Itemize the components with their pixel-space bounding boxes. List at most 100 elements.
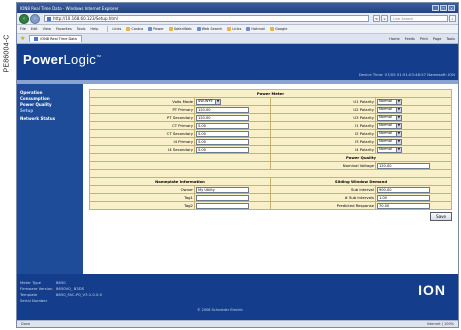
url-field[interactable]: http://10.168.60.123/Setup.html: [44, 15, 369, 22]
i3-polarity-select[interactable]: Normal ▼: [376, 138, 402, 145]
link-icon: [148, 27, 153, 31]
spacer-row: [89, 169, 452, 178]
title-bar: ION8 Real Time Data - Windows Internet E…: [17, 3, 458, 13]
link-google[interactable]: Google: [270, 27, 287, 31]
ct-primary-label: CT Primary: [89, 121, 195, 130]
link-safariweb[interactable]: SafariWeb: [168, 27, 192, 31]
menu-help[interactable]: Help: [90, 27, 98, 31]
menu-edit[interactable]: Edit: [31, 27, 38, 31]
search-input[interactable]: Live Search: [390, 15, 448, 22]
i2-polarity-select[interactable]: Normal ▼: [376, 130, 402, 137]
chevron-down-icon: ▼: [395, 139, 401, 144]
print-button[interactable]: Print: [420, 37, 428, 41]
menu-bar: File Edit View Favorites Tools Help Link…: [17, 25, 458, 34]
page-menu-button[interactable]: Page: [433, 37, 441, 41]
pt-primary-label: PT Primary: [89, 105, 195, 114]
favorites-star-icon[interactable]: ★: [20, 35, 25, 42]
tab-current[interactable]: ION8 Real Time Data: [29, 35, 82, 42]
web-page: PowerLogic™ Device Time: 07/05 01:51:03:…: [17, 44, 458, 320]
i3-polarity-label: I3 Polarity: [269, 137, 376, 146]
search-icon[interactable]: ⌕: [449, 15, 456, 22]
owner-label: Owner: [89, 185, 195, 194]
back-arrow-icon[interactable]: ‹: [19, 13, 29, 24]
save-button[interactable]: Save: [430, 212, 452, 221]
page-icon: [47, 16, 51, 21]
zone-text: Internet | 100%: [426, 322, 454, 326]
sub-interval-input[interactable]: 900.00: [376, 186, 430, 193]
ct-secondary-label: CT Secondary: [89, 129, 195, 138]
link-links[interactable]: Links: [227, 27, 241, 31]
home-button[interactable]: Home: [389, 37, 399, 41]
link-icon: [168, 27, 173, 31]
chevron-down-icon: ▼: [214, 99, 220, 104]
u1-polarity-label: U1 Polarity: [269, 97, 376, 106]
predicted-response-label: Predicted Response: [269, 201, 376, 210]
status-text: Done: [21, 322, 31, 326]
refresh-icon[interactable]: ↻: [373, 15, 380, 22]
links-label[interactable]: Links: [112, 27, 121, 31]
i2-polarity-label: I2 Polarity: [269, 129, 376, 138]
i4-secondary-label: I4 Secondary: [89, 145, 195, 154]
link-hotmail[interactable]: Hotmail: [246, 27, 265, 31]
i4-primary-input[interactable]: 5.00: [195, 138, 249, 145]
empty-cell: [89, 161, 271, 170]
left-nav: Operation Consumption Power Quality Setu…: [17, 84, 83, 274]
nav-item-setup[interactable]: Setup: [20, 108, 80, 114]
window-title: ION8 Real Time Data - Windows Internet E…: [20, 5, 119, 11]
tag2-label: Tag2: [89, 201, 195, 210]
tag1-label: Tag1: [89, 193, 195, 202]
forward-arrow-icon[interactable]: ›: [30, 13, 40, 24]
chevron-down-icon: ▼: [395, 107, 401, 112]
num-sub-intervals-input[interactable]: 1.00: [376, 194, 430, 201]
nav-item-network-status[interactable]: Network Status: [20, 116, 80, 122]
predicted-response-input[interactable]: 70.00: [376, 202, 430, 209]
pt-primary-input[interactable]: 120.00: [195, 106, 249, 113]
menu-favorites[interactable]: Favorites: [56, 27, 72, 31]
sub-interval-label: Sub Interval: [269, 185, 376, 194]
menu-tools[interactable]: Tools: [77, 27, 86, 31]
nominal-voltage-label: Nominal Voltage: [269, 161, 376, 170]
chevron-down-icon: ▼: [395, 123, 401, 128]
empty-cell: [89, 153, 271, 162]
page-header: PowerLogic™ Device Time: 07/05 01:51:03:…: [17, 44, 458, 84]
maximize-icon[interactable]: □: [440, 5, 447, 11]
i1-polarity-select[interactable]: Normal ▼: [376, 122, 402, 129]
address-bar: ‹ › http://10.168.60.123/Setup.html ↻ × …: [17, 13, 458, 25]
setup-table: Power Meter Volts Mode 4W-WYE ▼ U1 Polari…: [89, 89, 453, 210]
tag1-input[interactable]: [195, 194, 249, 201]
i4-polarity-select[interactable]: Normal ▼: [376, 146, 402, 153]
u3-polarity-select[interactable]: Normal ▼: [376, 114, 402, 121]
menu-view[interactable]: View: [43, 27, 51, 31]
volts-mode-select[interactable]: 4W-WYE ▼: [195, 98, 221, 105]
i4-secondary-input[interactable]: 5.00: [195, 146, 249, 153]
tools-menu-button[interactable]: Tools: [446, 37, 455, 41]
ct-secondary-input[interactable]: 5.00: [195, 130, 249, 137]
pt-secondary-input[interactable]: 120.00: [195, 114, 249, 121]
u2-polarity-select[interactable]: Normal ▼: [376, 106, 402, 113]
link-icon: [126, 27, 131, 31]
feeds-button[interactable]: Feeds: [405, 37, 415, 41]
close-icon[interactable]: ×: [448, 5, 455, 11]
pt-secondary-label: PT Secondary: [89, 113, 195, 122]
ct-primary-input[interactable]: 5.00: [195, 122, 249, 129]
link-costco[interactable]: Costco: [126, 27, 143, 31]
link-icon: [196, 27, 201, 31]
power-meter-header: Power Meter: [89, 89, 452, 98]
menu-file[interactable]: File: [20, 27, 26, 31]
chevron-down-icon: ▼: [395, 115, 401, 120]
nominal-voltage-input[interactable]: 120.00: [376, 162, 430, 169]
url-text: http://10.168.60.123/Setup.html: [53, 16, 118, 21]
meter-info-row: Serial Number: [20, 298, 48, 303]
tag2-input[interactable]: [195, 202, 249, 209]
volts-mode-label: Volts Mode: [89, 97, 195, 106]
i4-primary-label: I4 Primary: [89, 137, 195, 146]
link-icon: [227, 27, 232, 31]
minimize-icon[interactable]: _: [432, 5, 439, 11]
u1-polarity-select[interactable]: Normal ▼: [376, 98, 402, 105]
owner-input[interactable]: My Utility: [195, 186, 249, 193]
link-power[interactable]: Power: [148, 27, 164, 31]
figure-label: PE86004-C: [3, 34, 11, 72]
stop-icon[interactable]: ×: [381, 15, 388, 22]
setup-form: Power Meter Volts Mode 4W-WYE ▼ U1 Polari…: [83, 84, 458, 274]
link-web-search[interactable]: Web Search: [196, 27, 222, 31]
